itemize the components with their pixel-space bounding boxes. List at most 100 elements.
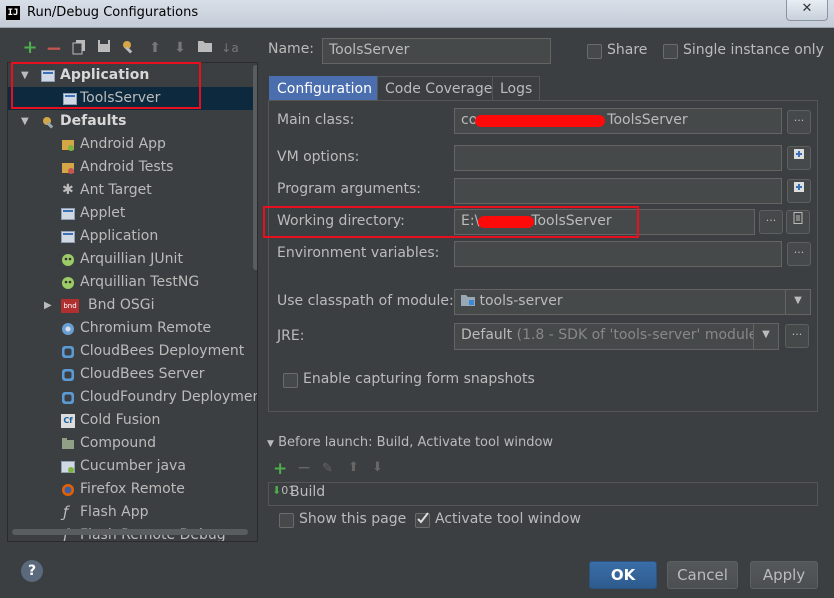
classpath-module-value: tools-server (479, 293, 563, 309)
activate-tool-window-label: Activate tool window (435, 511, 581, 527)
intellij-logo-icon: IJ (6, 6, 20, 20)
capture-snapshots-checkbox[interactable] (283, 373, 298, 388)
tree-item-arquillian-testng[interactable]: Arquillian TestNG (8, 271, 246, 294)
single-instance-checkbox[interactable] (663, 44, 678, 59)
single-instance-label: Single instance only (683, 42, 824, 58)
tree-item-label: Bnd OSGi (88, 297, 155, 313)
arrow-up-icon[interactable]: ⬆ (146, 39, 164, 57)
tree-item-firefox-remote[interactable]: Firefox Remote (8, 478, 246, 501)
capture-snapshots-label: Enable capturing form snapshots (303, 371, 535, 387)
coldfusion-icon: Cf (61, 414, 75, 428)
tree-item-applet[interactable]: Applet (8, 202, 246, 225)
tree-item-label: Arquillian JUnit (80, 251, 183, 267)
flash-icon: ƒ (63, 503, 69, 521)
expand-arrow-icon[interactable]: ▼ (21, 110, 29, 133)
redaction-mark (475, 115, 605, 127)
before-launch-down-icon[interactable]: ⬇ (372, 460, 383, 475)
copy-icon[interactable] (70, 39, 88, 57)
program-arguments-label: Program arguments: (277, 181, 421, 197)
tab-code-coverage[interactable]: Code Coverage (377, 76, 501, 100)
close-button[interactable]: ✕ (786, 0, 828, 21)
tree-item-arquillian-junit[interactable]: Arquillian JUnit (8, 248, 246, 271)
ant-icon: ✱ (62, 182, 74, 198)
vm-options-label: VM options: (277, 149, 360, 165)
tree-item-label: Ant Target (80, 182, 152, 198)
main-class-label: Main class: (277, 112, 355, 128)
tree-item-label: Chromium Remote (80, 320, 212, 336)
tree-vertical-scrollbar[interactable] (253, 65, 257, 270)
program-arguments-input[interactable] (454, 178, 782, 204)
tree-horizontal-scrollbar[interactable] (12, 529, 248, 535)
tree-item-label: Android Tests (80, 159, 174, 175)
expand-arrow-icon[interactable]: ▶ (44, 294, 52, 317)
arrow-down-icon[interactable]: ⬇ (171, 39, 189, 57)
tree-item-ant-target[interactable]: ✱ Ant Target (8, 179, 246, 202)
sort-icon[interactable]: ↓a (221, 39, 239, 57)
before-launch-item: Build (290, 484, 326, 500)
share-checkbox[interactable] (587, 44, 602, 59)
ok-button[interactable]: OK (589, 561, 657, 589)
jre-select[interactable]: Default (1.8 - SDK of 'tools-server' mod… (454, 323, 779, 350)
apply-button[interactable]: Apply (750, 561, 818, 589)
tree-item-cold-fusion[interactable]: Cf Cold Fusion (8, 409, 246, 432)
check-icon (417, 512, 429, 524)
tree-item-android-tests[interactable]: Android Tests (8, 156, 246, 179)
tree-item-application[interactable]: Application (8, 225, 246, 248)
tab-logs[interactable]: Logs (492, 76, 541, 100)
classpath-module-select[interactable]: tools-server ▼ (454, 289, 811, 315)
before-launch-add-icon[interactable]: + (273, 459, 287, 479)
tree-item-label: Cold Fusion (80, 412, 161, 428)
tree-item-android-app[interactable]: Android App (8, 133, 246, 156)
tree-item-label: CloudBees Server (80, 366, 205, 382)
name-label: Name: (268, 41, 315, 57)
tree-item-compound[interactable]: Compound (8, 432, 246, 455)
title-bar: IJ Run/Debug Configurations ✕ (0, 0, 834, 28)
save-icon[interactable] (95, 39, 113, 57)
before-launch-remove-icon[interactable]: − (297, 458, 311, 478)
show-page-checkbox[interactable] (279, 513, 294, 528)
environment-variables-browse-button[interactable]: ··· (787, 242, 811, 266)
vm-options-input[interactable] (454, 145, 782, 171)
chevron-down-icon[interactable]: ▼ (753, 324, 778, 349)
tab-configuration[interactable]: Configuration (269, 76, 380, 100)
tree-item-cucumber-java[interactable]: Cucumber java (8, 455, 246, 478)
help-button[interactable]: ? (21, 560, 43, 582)
minus-icon[interactable]: − (45, 38, 63, 58)
tree-item-label: Firefox Remote (80, 481, 185, 497)
tree-item-flash-app[interactable]: ƒ Flash App (8, 501, 246, 524)
before-launch-label: Before launch: Build, Activate tool wind… (278, 435, 554, 450)
name-input[interactable]: ToolsServer (322, 38, 551, 64)
collapse-arrow-icon[interactable]: ▼ (267, 439, 274, 449)
tree-item-cloudbees-server[interactable]: CloudBees Server (8, 363, 246, 386)
before-launch-list[interactable]: ⬇01 Build (268, 482, 818, 506)
activate-tool-window-checkbox[interactable] (415, 512, 430, 528)
environment-variables-input[interactable] (454, 241, 782, 267)
vm-options-expand-button[interactable] (787, 146, 811, 170)
tree-group-defaults[interactable]: ▼ Defaults (8, 110, 246, 133)
tree-item-label: Application (80, 228, 159, 244)
tree-item-chromium-remote[interactable]: Chromium Remote (8, 317, 246, 340)
working-directory-macro-button[interactable] (786, 210, 810, 234)
before-launch-edit-icon[interactable]: ✎ (322, 461, 333, 476)
folder-icon[interactable] (196, 39, 214, 57)
working-directory-browse-button[interactable]: ··· (759, 210, 783, 234)
before-launch-header[interactable]: ▼ Before launch: Build, Activate tool wi… (267, 435, 553, 450)
before-launch-up-icon[interactable]: ⬆ (348, 460, 359, 475)
tree-item-cloudbees-deployment[interactable]: CloudBees Deployment (8, 340, 246, 363)
jre-hint: (1.8 - SDK of 'tools-server' module) (516, 327, 763, 343)
annotation-box (263, 206, 639, 238)
configuration-tree[interactable]: ▼ Application ToolsServer ▼ Defaults And… (7, 62, 258, 542)
plus-icon[interactable]: + (21, 39, 39, 57)
program-arguments-expand-button[interactable] (787, 179, 811, 203)
environment-variables-label: Environment variables: (277, 245, 440, 261)
tree-item-label: Applet (80, 205, 126, 221)
jre-browse-button[interactable]: ··· (785, 324, 809, 348)
tree-item-bnd-osgi[interactable]: ▶ bnd Bnd OSGi (8, 294, 246, 317)
cancel-button[interactable]: Cancel (667, 561, 738, 589)
tree-item-cloudfoundry-deployment[interactable]: CloudFoundry Deployment (8, 386, 257, 409)
wrench-icon[interactable] (120, 39, 138, 57)
show-page-label: Show this page (299, 511, 407, 527)
main-class-browse-button[interactable]: ··· (787, 110, 811, 134)
tree-item-label: CloudFoundry Deployment (80, 389, 258, 405)
chevron-down-icon[interactable]: ▼ (785, 290, 810, 314)
